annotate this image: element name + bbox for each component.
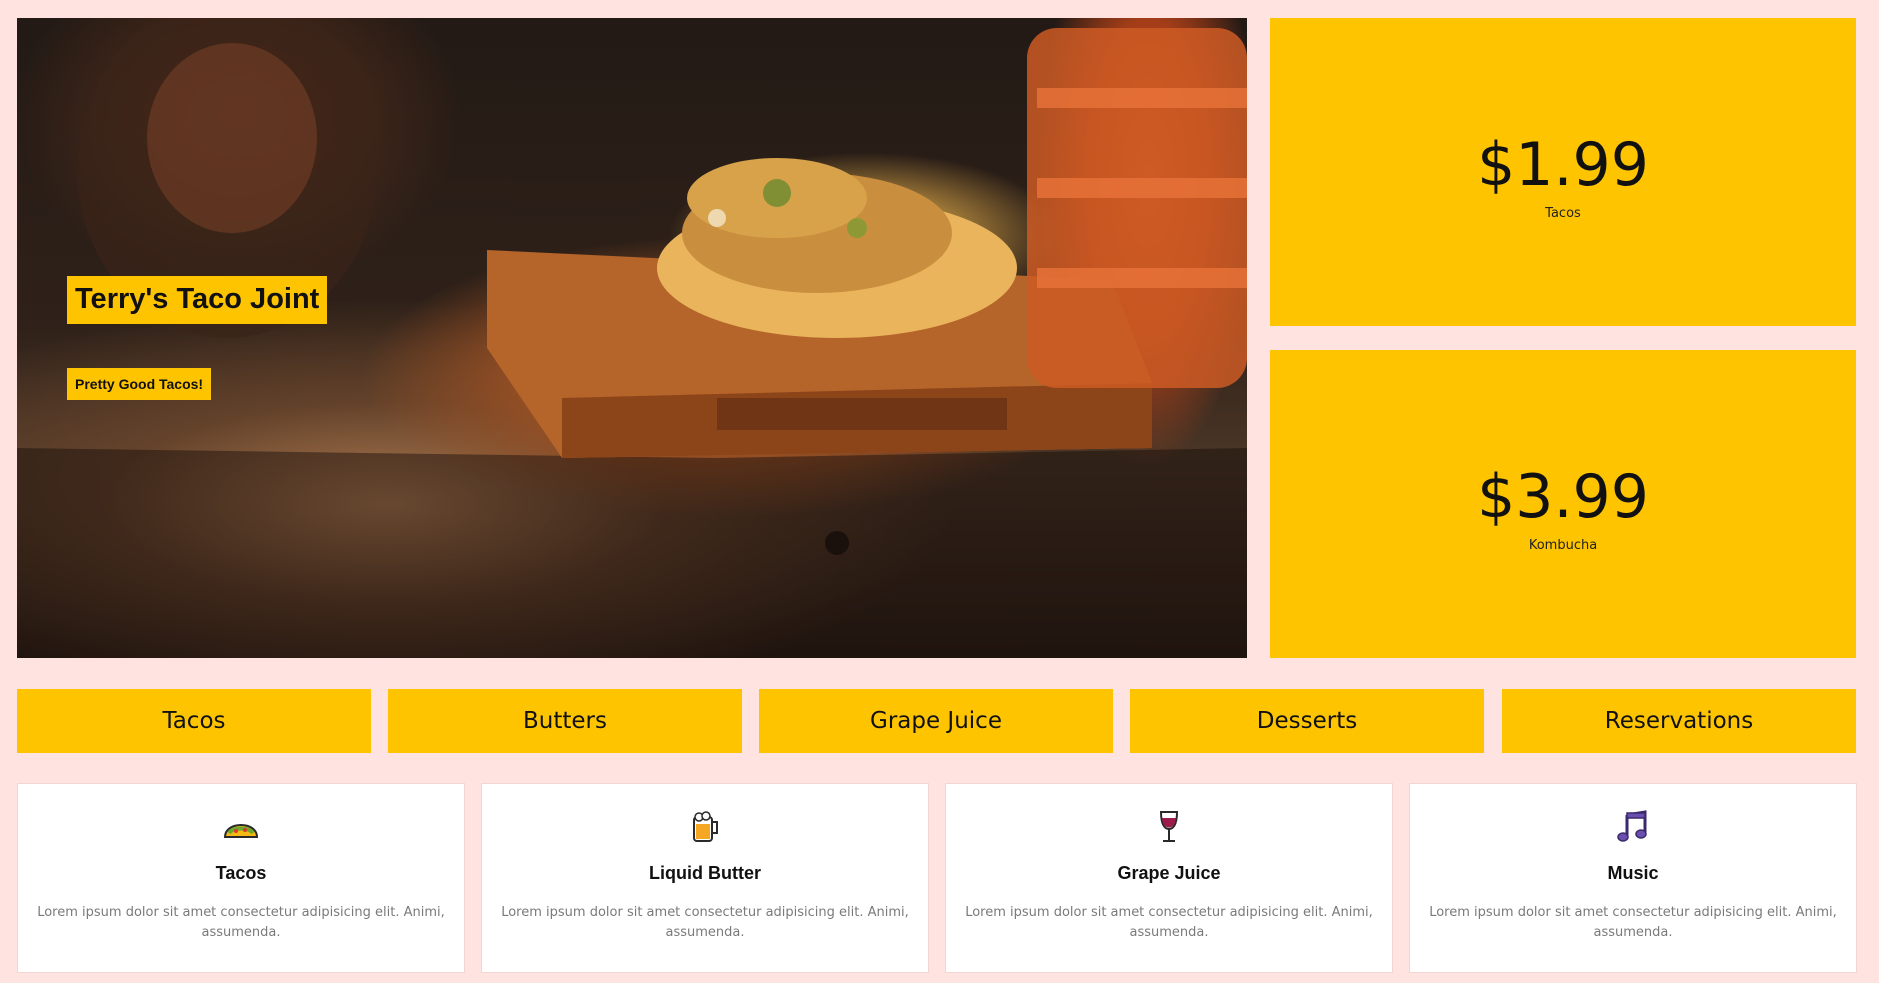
feature-description: Lorem ipsum dolor sit amet consectetur a… <box>501 905 909 940</box>
feature-title: Music <box>1607 863 1659 883</box>
beer-mug-icon <box>693 811 718 842</box>
price-value: $1.99 <box>1477 130 1649 200</box>
nav-desserts-button[interactable]: Desserts <box>1130 689 1484 753</box>
feature-description: Lorem ipsum dolor sit amet consectetur a… <box>965 905 1373 940</box>
feature-card-grape-juice: Grape Juice Lorem ipsum dolor sit amet c… <box>945 783 1393 973</box>
price-value: $3.99 <box>1477 462 1649 532</box>
wine-glass-icon <box>1159 811 1179 842</box>
nav-grape-juice-button[interactable]: Grape Juice <box>759 689 1113 753</box>
nav-reservations-button[interactable]: Reservations <box>1502 689 1856 753</box>
price-label: Kombucha <box>1528 538 1598 553</box>
feature-card-liquid-butter: Liquid Butter Lorem ipsum dolor sit amet… <box>481 783 929 973</box>
taco-icon <box>223 824 259 838</box>
price-card-kombucha: $3.99 Kombucha <box>1270 350 1856 658</box>
feature-title: Grape Juice <box>1117 863 1221 883</box>
feature-title: Liquid Butter <box>649 863 761 883</box>
hero-photo-illustration <box>17 18 1247 658</box>
nav-tacos-button[interactable]: Tacos <box>17 689 371 753</box>
price-card-tacos: $1.99 Tacos <box>1270 18 1856 326</box>
music-notes-icon <box>1617 810 1647 842</box>
price-label: Tacos <box>1545 206 1581 221</box>
site-tagline: Pretty Good Tacos! <box>67 368 212 400</box>
feature-description: Lorem ipsum dolor sit amet consectetur a… <box>1429 905 1837 940</box>
feature-title: Tacos <box>215 863 267 883</box>
feature-card-tacos: Tacos Lorem ipsum dolor sit amet consect… <box>17 783 465 973</box>
hero-image: Terry's Taco Joint Pretty Good Tacos! <box>17 18 1247 658</box>
site-title: Terry's Taco Joint <box>67 276 328 324</box>
feature-description: Lorem ipsum dolor sit amet consectetur a… <box>37 905 445 940</box>
nav-butters-button[interactable]: Butters <box>388 689 742 753</box>
main-nav: Tacos Butters Grape Juice Desserts Reser… <box>17 689 1856 753</box>
feature-card-music: Music Lorem ipsum dolor sit amet consect… <box>1409 783 1857 973</box>
